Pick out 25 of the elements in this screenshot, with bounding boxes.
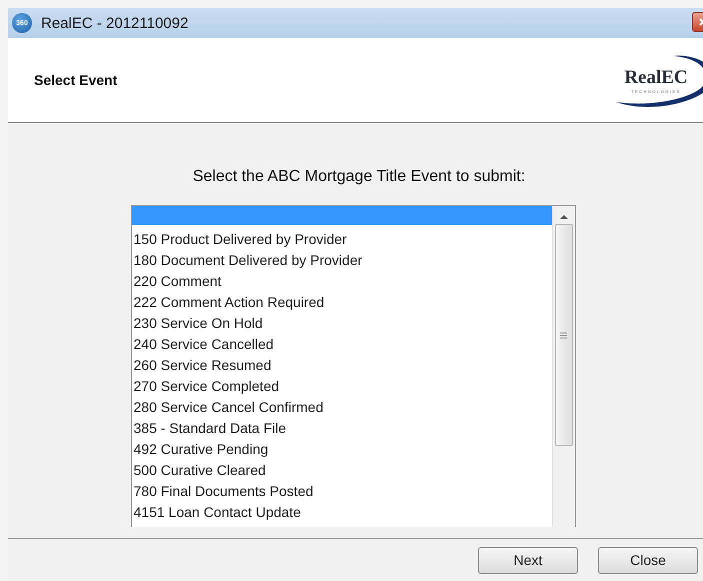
list-item[interactable]: 240 Service Cancelled (132, 334, 552, 355)
next-button[interactable]: Next (478, 546, 578, 574)
page-title: Select Event (34, 72, 118, 88)
list-item[interactable]: 180 Document Delivered by Provider (132, 250, 552, 271)
list-item[interactable]: 385 - Standard Data File (132, 418, 552, 439)
list-item[interactable]: 500 Curative Cleared (132, 460, 552, 481)
blank-list-item[interactable] (132, 206, 552, 225)
scroll-up-icon[interactable] (560, 214, 568, 220)
list-item[interactable]: 150 Product Delivered by Provider (132, 229, 552, 250)
window-title: RealEC - 2012110092 (41, 14, 188, 32)
list-item[interactable]: 492 Curative Pending (132, 439, 552, 460)
list-item[interactable]: 260 Service Resumed (132, 355, 552, 376)
close-dialog-button[interactable]: Close (598, 546, 698, 574)
list-item[interactable]: 780 Final Documents Posted (132, 481, 552, 502)
instruction-text: Select the ABC Mortgage Title Event to submit: (192, 168, 526, 186)
grip-icon (560, 332, 567, 338)
list-item[interactable]: 4151 Loan Contact Update (132, 502, 552, 523)
scroll-thumb[interactable] (554, 224, 572, 446)
scrollbar[interactable] (552, 206, 574, 527)
logo-name: RealEC (624, 66, 688, 88)
list-item[interactable]: 230 Service On Hold (132, 313, 552, 334)
list-item[interactable]: 220 Comment (132, 271, 552, 292)
list-item[interactable]: 222 Comment Action Required (132, 292, 552, 313)
list-item[interactable]: 270 Service Completed (132, 376, 552, 397)
list-item[interactable]: 280 Service Cancel Confirmed (132, 397, 552, 418)
